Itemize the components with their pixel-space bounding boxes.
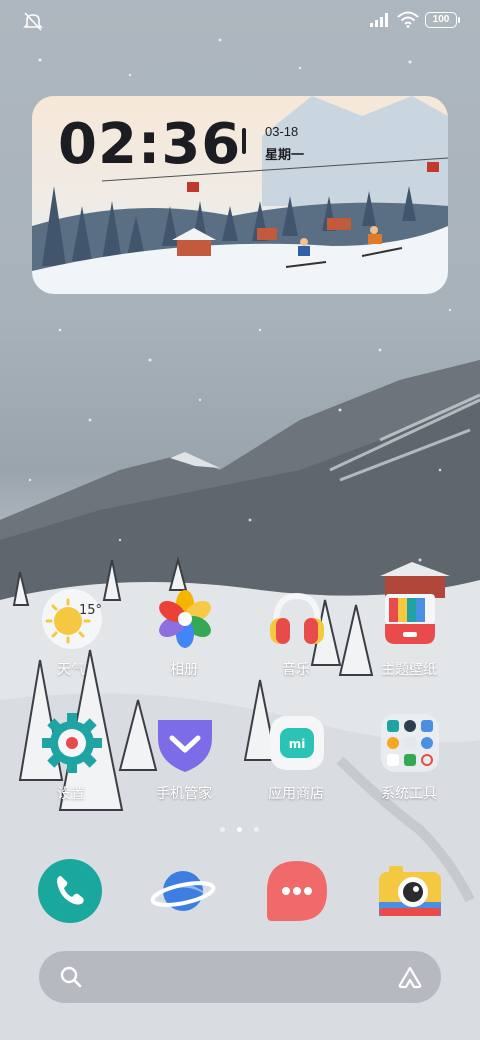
messages-icon [267, 861, 327, 921]
app-folder-system-tools[interactable]: 系统工具 [359, 712, 459, 822]
app-settings[interactable]: 设置 [21, 712, 121, 822]
weather-icon: 15° [42, 589, 102, 649]
app-label-gallery: 相册 [170, 661, 198, 677]
app-app-store[interactable]: mi 应用商店 [246, 712, 346, 822]
settings-icon [42, 713, 102, 773]
svg-text:mi: mi [289, 737, 306, 751]
browser-icon [150, 871, 216, 911]
app-label-app-store: 应用商店 [268, 785, 324, 801]
weather-temperature: 15° [79, 603, 102, 618]
app-store-icon: mi [270, 716, 324, 770]
signal-icon [370, 13, 388, 27]
search-bar[interactable] [39, 951, 441, 1003]
wifi-icon [397, 11, 419, 28]
assistant-icon[interactable] [397, 965, 423, 989]
camera-icon [379, 866, 441, 916]
security-icon [158, 720, 212, 772]
clock-weekday: 星期一 [265, 147, 305, 162]
app-security[interactable]: 手机管家 [134, 712, 234, 822]
app-label-themes: 主题壁纸 [381, 661, 437, 677]
dock-phone[interactable] [37, 858, 103, 924]
status-bar: 100 [0, 0, 480, 40]
app-themes[interactable]: 主题壁纸 [359, 588, 459, 698]
page-dot-1[interactable] [220, 827, 225, 832]
page-dot-2-current[interactable] [237, 827, 242, 832]
clock-time: 02:36 [58, 112, 242, 177]
app-label-music: 音乐 [282, 661, 310, 677]
page-indicator[interactable] [218, 826, 262, 834]
app-music[interactable]: 音乐 [246, 588, 346, 698]
app-label-settings: 设置 [57, 785, 85, 801]
phone-icon [38, 859, 102, 923]
gallery-icon [159, 590, 211, 648]
dock-browser[interactable] [150, 858, 216, 924]
clock-widget[interactable]: 02:36 03-18 星期一 [32, 96, 448, 294]
clock-divider [242, 128, 246, 154]
music-icon [270, 592, 324, 644]
system-tools-folder-icon [381, 714, 439, 772]
mute-icon [23, 12, 43, 31]
search-icon [60, 966, 82, 988]
app-label-security: 手机管家 [156, 785, 212, 801]
battery-level: 100 [432, 14, 450, 25]
clock-date: 03-18 [265, 124, 299, 139]
app-weather[interactable]: 15° 天气 [21, 588, 121, 698]
dock-messages[interactable] [264, 858, 330, 924]
app-label-weather: 天气 [57, 661, 85, 677]
app-label-system-tools: 系统工具 [381, 785, 437, 801]
dock-camera[interactable] [377, 858, 443, 924]
battery-icon: 100 [425, 12, 460, 28]
app-gallery[interactable]: 相册 [134, 588, 234, 698]
themes-icon [385, 594, 435, 644]
page-dot-3[interactable] [254, 827, 259, 832]
